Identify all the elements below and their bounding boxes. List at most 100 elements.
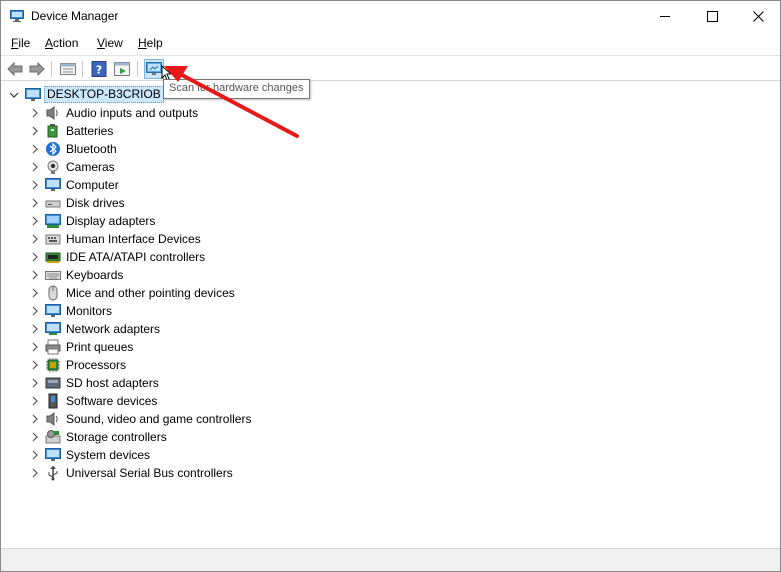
update-driver-button[interactable] <box>112 59 132 79</box>
tree-item-label: Network adapters <box>66 322 161 336</box>
tree-item[interactable]: Computer <box>29 176 119 194</box>
sound-icon <box>45 411 61 427</box>
tree-item-label: Cameras <box>66 160 115 174</box>
bluetooth-icon <box>45 141 61 157</box>
tree-item[interactable]: Processors <box>29 356 126 374</box>
menu-file[interactable]: File <box>11 36 30 50</box>
chevron-right-icon[interactable] <box>29 341 41 353</box>
tree-item[interactable]: SD host adapters <box>29 374 159 392</box>
tree-item[interactable]: Disk drives <box>29 194 125 212</box>
menu-help[interactable]: Help <box>138 36 163 50</box>
printer-icon <box>45 339 61 355</box>
tree-item[interactable]: Human Interface Devices <box>29 230 201 248</box>
hid-icon <box>45 231 61 247</box>
close-button[interactable] <box>735 1 781 32</box>
maximize-icon <box>706 11 718 22</box>
svg-text:?: ? <box>96 64 102 77</box>
tree-item[interactable]: Batteries <box>29 122 113 140</box>
tree-item-label: Mice and other pointing devices <box>66 286 235 300</box>
chevron-right-icon[interactable] <box>29 413 41 425</box>
tree-item[interactable]: IDE ATA/ATAPI controllers <box>29 248 205 266</box>
chevron-right-icon[interactable] <box>29 197 41 209</box>
ide-controller-icon <box>45 249 61 265</box>
chevron-right-icon[interactable] <box>29 269 41 281</box>
tree-item-label: Storage controllers <box>66 430 167 444</box>
device-manager-app-icon <box>10 10 24 22</box>
display-adapter-icon <box>45 213 61 229</box>
computer-icon <box>45 177 61 193</box>
forward-button[interactable] <box>27 59 47 79</box>
network-adapter-icon <box>45 321 61 337</box>
chevron-right-icon[interactable] <box>29 323 41 335</box>
tree-item[interactable]: Sound, video and game controllers <box>29 410 251 428</box>
tree-item[interactable]: Network adapters <box>29 320 160 338</box>
chevron-right-icon[interactable] <box>29 449 41 461</box>
tree-item-label: Processors <box>66 358 127 372</box>
root-node-label: DESKTOP-B3CRIOB <box>44 86 164 103</box>
tree-item[interactable]: System devices <box>29 446 150 464</box>
tree-root-node[interactable]: DESKTOP-B3CRIOB <box>9 86 164 103</box>
chevron-right-icon[interactable] <box>29 107 41 119</box>
tree-item-label: System devices <box>66 448 151 462</box>
tree-item[interactable]: Cameras <box>29 158 115 176</box>
battery-icon <box>45 123 61 139</box>
chevron-right-icon[interactable] <box>29 287 41 299</box>
chevron-right-icon[interactable] <box>29 161 41 173</box>
chevron-right-icon[interactable] <box>29 143 41 155</box>
tree-item-label: Bluetooth <box>66 142 117 156</box>
help-icon: ? <box>91 61 107 77</box>
help-button[interactable]: ? <box>89 59 109 79</box>
system-device-icon <box>45 447 61 463</box>
chevron-right-icon[interactable] <box>29 467 41 479</box>
back-button[interactable] <box>5 59 25 79</box>
close-icon <box>752 11 764 22</box>
chevron-down-icon[interactable] <box>9 90 19 100</box>
software-device-icon <box>45 393 61 409</box>
title-bar: Device Manager <box>1 1 780 32</box>
menu-view[interactable]: View <box>97 36 123 50</box>
toolbar-separator <box>51 61 52 77</box>
menu-bar: File Action View Help <box>1 32 780 54</box>
toolbar: ? <box>1 55 780 81</box>
tree-item[interactable]: Bluetooth <box>29 140 117 158</box>
properties-button[interactable] <box>58 59 78 79</box>
tree-item-label: Keyboards <box>66 268 124 282</box>
tree-item[interactable]: Mice and other pointing devices <box>29 284 235 302</box>
tree-item[interactable]: Monitors <box>29 302 112 320</box>
tree-item[interactable]: Software devices <box>29 392 157 410</box>
chevron-right-icon[interactable] <box>29 233 41 245</box>
toolbar-separator <box>82 61 83 77</box>
chevron-right-icon[interactable] <box>29 395 41 407</box>
tree-item[interactable]: Storage controllers <box>29 428 167 446</box>
chevron-right-icon[interactable] <box>29 305 41 317</box>
chevron-right-icon[interactable] <box>29 125 41 137</box>
tree-item-label: Display adapters <box>66 214 156 228</box>
monitor-icon <box>45 303 61 319</box>
minimize-icon <box>659 16 670 17</box>
tree-item-label: Audio inputs and outputs <box>66 106 199 120</box>
tooltip-scan-hardware: Scan for hardware changes <box>163 79 310 99</box>
tree-item-label: Human Interface Devices <box>66 232 201 246</box>
tree-item-label: Monitors <box>66 304 113 318</box>
menu-action[interactable]: Action <box>45 36 78 50</box>
chevron-right-icon[interactable] <box>29 377 41 389</box>
toolbar-separator <box>137 61 138 77</box>
tree-item[interactable]: Display adapters <box>29 212 155 230</box>
chevron-right-icon[interactable] <box>29 431 41 443</box>
maximize-button[interactable] <box>689 1 735 32</box>
chevron-right-icon[interactable] <box>29 359 41 371</box>
tree-item-label: Sound, video and game controllers <box>66 412 252 426</box>
usb-icon <box>45 465 61 481</box>
tree-item-label: SD host adapters <box>66 376 159 390</box>
tree-item[interactable]: Keyboards <box>29 266 123 284</box>
window-title: Device Manager <box>31 9 119 23</box>
tree-item[interactable]: Universal Serial Bus controllers <box>29 464 233 482</box>
keyboard-icon <box>45 267 61 283</box>
chevron-right-icon[interactable] <box>29 179 41 191</box>
minimize-button[interactable] <box>642 1 688 32</box>
tree-item[interactable]: Print queues <box>29 338 133 356</box>
chevron-right-icon[interactable] <box>29 251 41 263</box>
sd-card-icon <box>45 375 61 391</box>
tree-item[interactable]: Audio inputs and outputs <box>29 104 198 122</box>
chevron-right-icon[interactable] <box>29 215 41 227</box>
